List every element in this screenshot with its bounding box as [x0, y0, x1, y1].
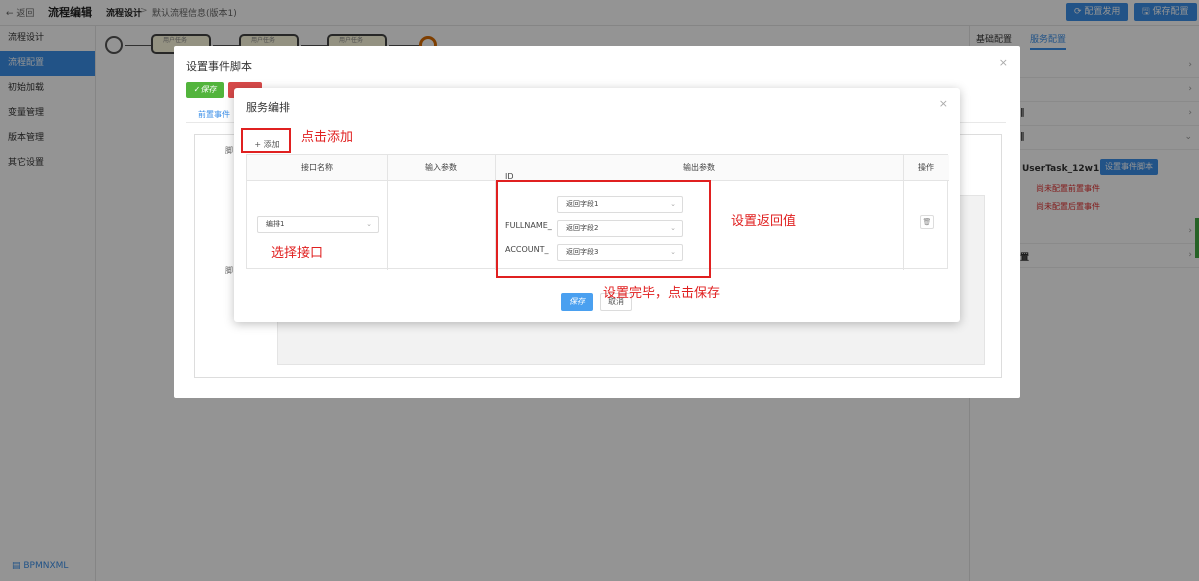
interface-select-value: 编排1	[266, 220, 285, 228]
annotation-box-add	[241, 128, 291, 153]
column-header-input: 输入参数	[387, 155, 495, 181]
dialog-title: 设置事件脚本	[186, 60, 252, 73]
tab-pre-event[interactable]: 前置事件	[198, 109, 230, 120]
chevron-down-icon: ⌄	[366, 220, 372, 228]
column-header-action: 操作	[903, 155, 949, 181]
annotation-select: 选择接口	[271, 246, 324, 261]
script-label: 脚	[225, 266, 233, 275]
column-divider	[387, 155, 388, 270]
column-divider	[903, 155, 904, 270]
annotation-box-output	[496, 180, 711, 278]
trash-icon[interactable]: 🗑	[920, 215, 934, 229]
column-header-output: 输出参数	[495, 155, 903, 181]
interface-select[interactable]: 编排1 ⌄	[257, 216, 379, 233]
dialog-title: 服务编排	[246, 101, 290, 114]
event-save-button[interactable]: ✓保存	[186, 82, 224, 98]
column-header-interface: 接口名称	[247, 155, 387, 181]
annotation-output: 设置返回值	[731, 214, 797, 229]
annotation-save: 设置完毕，点击保存	[603, 286, 721, 301]
annotation-add: 点击添加	[301, 130, 354, 145]
script-label: 脚	[225, 146, 233, 155]
close-icon[interactable]: ×	[939, 97, 948, 110]
save-button[interactable]: 保存	[561, 293, 593, 311]
close-icon[interactable]: ×	[999, 56, 1008, 69]
